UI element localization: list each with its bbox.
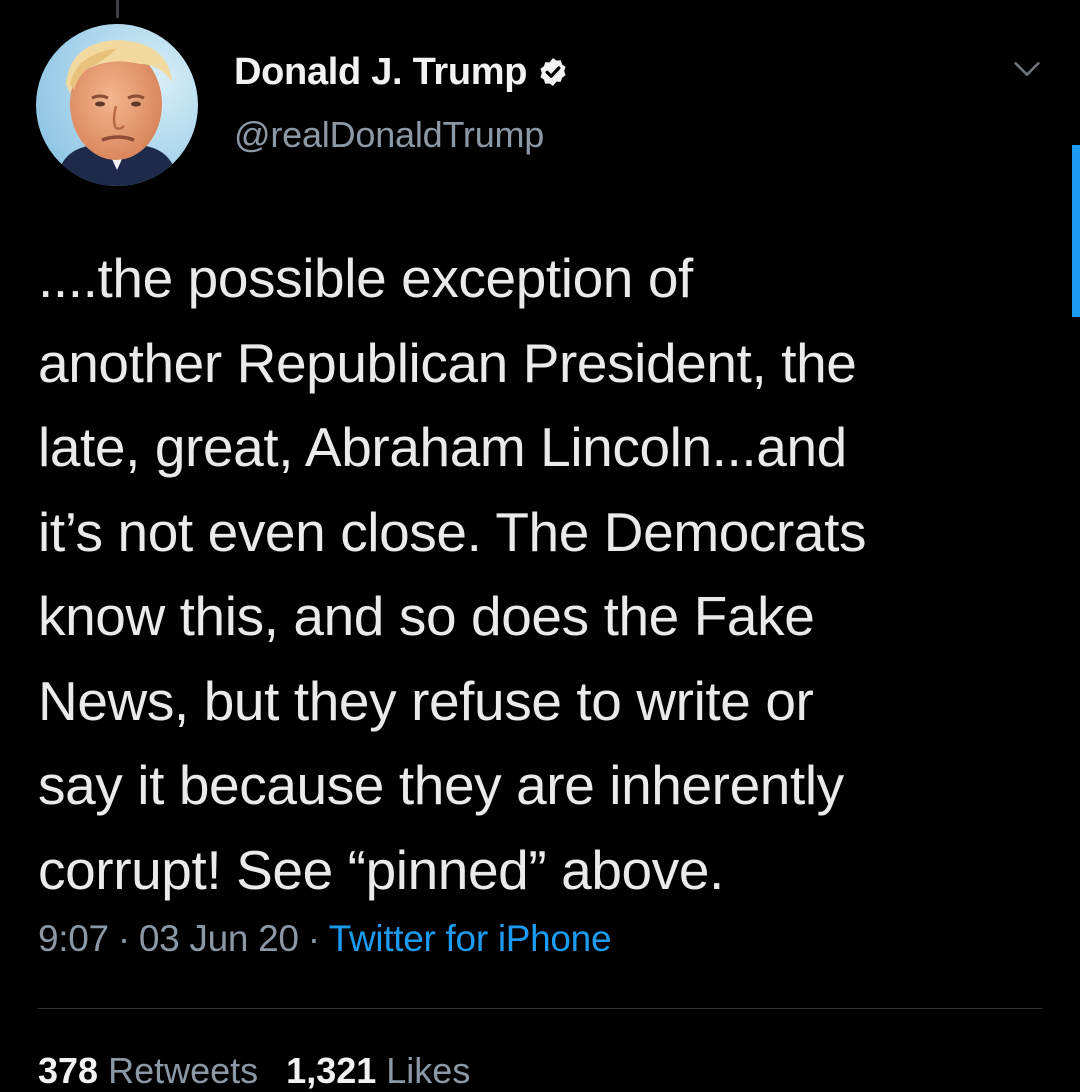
retweets-label: Retweets [108, 1050, 259, 1091]
likes-label: Likes [386, 1050, 471, 1091]
tweet-stats: 378 Retweets 1,321 Likes [38, 1050, 498, 1092]
tweet-time: 9:07 [38, 918, 109, 959]
avatar[interactable] [36, 24, 198, 186]
meta-separator: · [307, 918, 320, 959]
meta-separator: · [117, 918, 130, 959]
tweet-date: 03 Jun 20 [138, 918, 299, 959]
thread-connector-line [116, 0, 119, 18]
chevron-down-icon[interactable] [1010, 52, 1044, 86]
likes-stat[interactable]: 1,321 Likes [286, 1050, 470, 1091]
tweet-text: ....the possible exception of another Re… [38, 247, 867, 901]
tweet-author: Donald J. Trump @realDonaldTrump [234, 46, 569, 156]
verified-badge-icon [540, 58, 566, 86]
author-handle[interactable]: @realDonaldTrump [234, 114, 569, 156]
scroll-indicator[interactable] [1072, 145, 1080, 317]
avatar-image [36, 24, 198, 186]
tweet-source-link[interactable]: Twitter for iPhone [329, 918, 612, 959]
divider [38, 1008, 1042, 1009]
tweet-meta: 9:07 · 03 Jun 20 · Twitter for iPhone [38, 918, 612, 960]
author-display-name[interactable]: Donald J. Trump [234, 51, 528, 94]
retweets-stat[interactable]: 378 Retweets [38, 1050, 258, 1091]
retweets-count: 378 [38, 1050, 99, 1091]
likes-count: 1,321 [286, 1050, 377, 1091]
author-name-row: Donald J. Trump [234, 46, 569, 98]
